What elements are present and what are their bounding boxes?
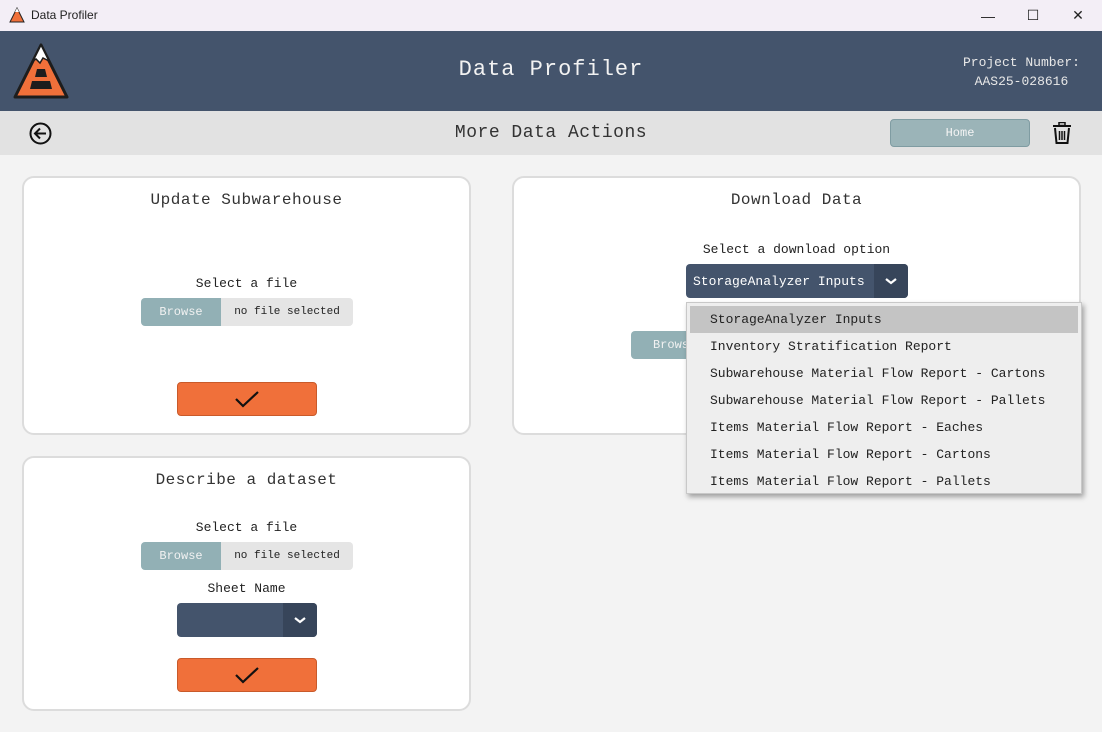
project-label: Project Number: xyxy=(962,55,1080,70)
trash-icon[interactable] xyxy=(1052,122,1072,144)
update-file-status: no file selected xyxy=(221,298,353,326)
checkmark-icon xyxy=(235,667,259,684)
describe-browse-button[interactable]: Browse xyxy=(141,542,221,570)
dropdown-option[interactable]: Items Material Flow Report - Eaches xyxy=(690,414,1078,441)
download-select-label: Select a download option xyxy=(702,242,891,257)
describe-dataset-card: Describe a dataset Select a file Browse … xyxy=(22,456,471,711)
update-card-title: Update Subwarehouse xyxy=(150,191,343,209)
dropdown-option[interactable]: Inventory Stratification Report xyxy=(690,333,1078,360)
chevron-down-icon[interactable] xyxy=(874,264,908,298)
update-select-label: Select a file xyxy=(195,276,298,291)
download-option-select[interactable]: StorageAnalyzer Inputs xyxy=(686,264,908,298)
window-title: Data Profiler xyxy=(31,8,98,22)
update-file-picker[interactable]: Browse no file selected xyxy=(141,298,353,326)
minimize-button[interactable]: — xyxy=(965,0,1011,31)
describe-file-status: no file selected xyxy=(221,542,353,570)
dropdown-option[interactable]: Items Material Flow Report - Cartons xyxy=(690,441,1078,468)
sub-navigation-bar: More Data Actions Home xyxy=(0,111,1102,155)
window-titlebar: Data Profiler — ☐ ✕ xyxy=(0,0,1102,31)
app-logo-icon xyxy=(9,7,25,23)
dropdown-option[interactable]: Subwarehouse Material Flow Report - Cart… xyxy=(690,360,1078,387)
project-info: Project Number: AAS25-028616 xyxy=(963,53,1080,91)
close-button[interactable]: ✕ xyxy=(1055,0,1101,31)
chevron-down-icon[interactable] xyxy=(283,603,317,637)
update-browse-button[interactable]: Browse xyxy=(141,298,221,326)
checkmark-icon xyxy=(235,391,259,408)
describe-confirm-button[interactable] xyxy=(177,658,317,692)
download-options-dropdown: StorageAnalyzer Inputs Inventory Stratif… xyxy=(686,302,1082,494)
project-number: AAS25-028616 xyxy=(974,74,1069,89)
describe-select-label: Select a file xyxy=(195,520,298,535)
update-confirm-button[interactable] xyxy=(177,382,317,416)
sheet-name-select[interactable] xyxy=(177,603,317,637)
describe-file-picker[interactable]: Browse no file selected xyxy=(141,542,353,570)
download-card-title: Download Data xyxy=(730,191,863,209)
page-title: Data Profiler xyxy=(458,57,644,82)
describe-card-title: Describe a dataset xyxy=(155,471,338,489)
app-header: Data Profiler Project Number: AAS25-0286… xyxy=(0,31,1102,111)
download-selected-option: StorageAnalyzer Inputs xyxy=(693,273,865,289)
dropdown-option[interactable]: StorageAnalyzer Inputs xyxy=(690,306,1078,333)
dropdown-option[interactable]: Subwarehouse Material Flow Report - Pall… xyxy=(690,387,1078,414)
update-subwarehouse-card: Update Subwarehouse Select a file Browse… xyxy=(22,176,471,435)
sheet-name-label: Sheet Name xyxy=(207,581,286,596)
maximize-button[interactable]: ☐ xyxy=(1010,0,1056,31)
home-button[interactable]: Home xyxy=(890,119,1030,147)
dropdown-option[interactable]: Items Material Flow Report - Pallets xyxy=(690,468,1078,495)
